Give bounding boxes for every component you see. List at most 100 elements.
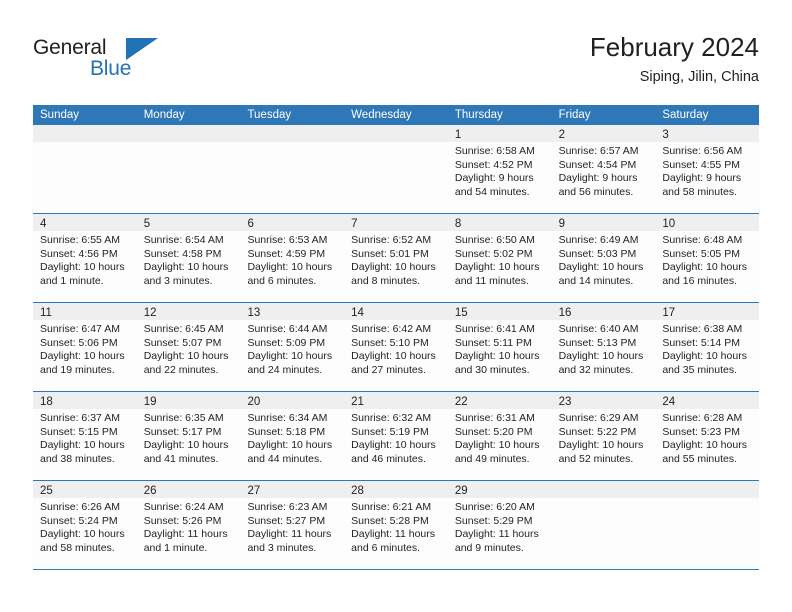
sunset-time: Sunset: 5:18 PM: [247, 425, 326, 438]
day-number: 24: [662, 396, 676, 408]
calendar-day-cell[interactable]: 20 Sunrise: 6:34 AM Sunset: 5:18 PM Dayligh…: [240, 392, 345, 480]
day-number: 27: [247, 485, 261, 497]
calendar-day-cell[interactable]: 18 Sunrise: 6:37 AM Sunset: 5:15 PM Dayligh…: [33, 392, 137, 480]
day-number: 6: [247, 218, 254, 230]
calendar-day-cell[interactable]: 24 Sunrise: 6:28 AM Sunset: 5:23 PM Dayligh…: [655, 392, 760, 480]
sunrise-time: Sunrise: 6:45 AM: [143, 323, 224, 335]
calendar-day-cell[interactable]: 17 Sunrise: 6:38 AM Sunset: 5:14 PM Dayligh…: [655, 303, 760, 391]
calendar-day-cell[interactable]: 6 Sunrise: 6:53 AM Sunset: 4:59 PM Daylight…: [240, 214, 345, 302]
sunrise-time: Sunrise: 6:32 AM: [351, 412, 432, 424]
calendar-day-cell[interactable]: 5 Sunrise: 6:54 AM Sunset: 4:58 PM Daylight…: [136, 214, 241, 302]
day-number: 20: [247, 396, 261, 408]
day-number-band: 12: [136, 303, 241, 320]
calendar-day-cell[interactable]: 16 Sunrise: 6:40 AM Sunset: 5:13 PM Dayligh…: [551, 303, 656, 391]
day-number: 5: [143, 218, 151, 230]
day-number: 4: [40, 218, 47, 230]
daylight-duration-line1: Daylight: 11 hours: [454, 528, 539, 541]
sunrise-time: Sunrise: 6:38 AM: [662, 323, 743, 335]
daylight-duration-line2: and 44 minutes.: [247, 452, 323, 465]
calendar-day-cell[interactable]: 27 Sunrise: 6:23 AM Sunset: 5:27 PM Dayligh…: [240, 481, 345, 569]
day-details: Sunrise: 6:47 AM Sunset: 5:06 PM Daylight:…: [33, 320, 137, 377]
sunrise-time: Sunrise: 6:24 AM: [143, 501, 224, 513]
sunrise-time: Sunrise: 6:29 AM: [558, 412, 639, 424]
calendar-day-cell[interactable]: 2 Sunrise: 6:57 AM Sunset: 4:54 PM Daylight…: [551, 125, 656, 213]
calendar-day-cell[interactable]: 28 Sunrise: 6:21 AM Sunset: 5:28 PM Dayligh…: [344, 481, 448, 569]
day-number-band: 22: [447, 392, 552, 409]
daylight-duration-line1: Daylight: 10 hours: [143, 350, 229, 363]
calendar-day-cell[interactable]: 22 Sunrise: 6:31 AM Sunset: 5:20 PM Dayligh…: [447, 392, 552, 480]
calendar-day-cell[interactable]: 13 Sunrise: 6:44 AM Sunset: 5:09 PM Dayligh…: [240, 303, 345, 391]
calendar-day-cell[interactable]: 21 Sunrise: 6:32 AM Sunset: 5:19 PM Dayligh…: [344, 392, 448, 480]
calendar-day-cell[interactable]: 25 Sunrise: 6:26 AM Sunset: 5:24 PM Dayligh…: [33, 481, 137, 569]
sunset-time: Sunset: 4:52 PM: [454, 158, 533, 171]
day-details: Sunrise: 6:53 AM Sunset: 4:59 PM Daylight:…: [240, 231, 344, 288]
weekday-header-sunday: Sunday: [40, 109, 80, 121]
sunset-time: Sunset: 4:55 PM: [662, 158, 740, 171]
daylight-duration-line1: Daylight: 10 hours: [454, 261, 540, 274]
calendar-day-cell[interactable]: 4 Sunrise: 6:55 AM Sunset: 4:56 PM Daylight…: [33, 214, 137, 302]
day-details: Sunrise: 6:42 AM Sunset: 5:10 PM Daylight:…: [344, 320, 448, 377]
daylight-duration-line1: Daylight: 10 hours: [454, 350, 540, 363]
day-details: Sunrise: 6:56 AM Sunset: 4:55 PM Daylight:…: [655, 142, 759, 199]
day-details: Sunrise: 6:48 AM Sunset: 5:05 PM Daylight:…: [655, 231, 759, 288]
daylight-duration-line1: Daylight: 10 hours: [247, 350, 333, 363]
day-number-band: 5: [136, 214, 241, 231]
day-details: Sunrise: 6:40 AM Sunset: 5:13 PM Daylight:…: [552, 320, 656, 377]
day-number-band: [344, 125, 448, 142]
calendar-day-cell[interactable]: 12 Sunrise: 6:45 AM Sunset: 5:07 PM Dayligh…: [136, 303, 241, 391]
day-details: Sunrise: 6:34 AM Sunset: 5:18 PM Daylight:…: [240, 409, 344, 466]
daylight-duration-line2: and 6 minutes.: [247, 274, 317, 287]
sunset-time: Sunset: 5:23 PM: [662, 425, 740, 438]
day-number-band: 24: [655, 392, 760, 409]
sunrise-time: Sunrise: 6:42 AM: [351, 323, 432, 335]
day-number: 17: [662, 307, 676, 319]
day-details: Sunrise: 6:52 AM Sunset: 5:01 PM Daylight:…: [344, 231, 448, 288]
calendar-day-cell[interactable]: 23 Sunrise: 6:29 AM Sunset: 5:22 PM Dayligh…: [551, 392, 656, 480]
day-number: 8: [454, 218, 462, 230]
daylight-duration-line2: and 1 minute.: [143, 541, 208, 554]
day-number-band: 16: [551, 303, 656, 320]
calendar-day-cell[interactable]: 19 Sunrise: 6:35 AM Sunset: 5:17 PM Dayligh…: [136, 392, 241, 480]
daylight-duration-line1: Daylight: 10 hours: [662, 350, 747, 363]
daylight-duration-line2: and 8 minutes.: [351, 274, 421, 287]
calendar-day-cell[interactable]: 7 Sunrise: 6:52 AM Sunset: 5:01 PM Daylight…: [344, 214, 448, 302]
calendar-day-cell[interactable]: 14 Sunrise: 6:42 AM Sunset: 5:10 PM Dayligh…: [344, 303, 448, 391]
calendar-day-cell[interactable]: 3 Sunrise: 6:56 AM Sunset: 4:55 PM Daylight…: [655, 125, 760, 213]
day-number: 19: [143, 396, 157, 408]
daylight-duration-line1: Daylight: 10 hours: [40, 528, 125, 541]
day-number-band: 3: [655, 125, 760, 142]
day-number-band: 7: [344, 214, 448, 231]
sunset-time: Sunset: 4:59 PM: [247, 247, 326, 260]
day-number: 2: [558, 129, 565, 141]
day-details: [240, 142, 344, 145]
day-details: Sunrise: 6:23 AM Sunset: 5:27 PM Daylight:…: [240, 498, 344, 555]
sunset-time: Sunset: 5:11 PM: [454, 336, 532, 349]
daylight-duration-line1: Daylight: 10 hours: [558, 261, 644, 274]
daylight-duration-line1: Daylight: 10 hours: [247, 439, 333, 452]
daylight-duration-line1: Daylight: 10 hours: [40, 439, 125, 452]
calendar-day-cell[interactable]: 10 Sunrise: 6:48 AM Sunset: 5:05 PM Dayligh…: [655, 214, 760, 302]
day-number: 11: [40, 307, 52, 319]
day-details: [655, 498, 759, 501]
calendar-day-cell[interactable]: 15 Sunrise: 6:41 AM Sunset: 5:11 PM Dayligh…: [447, 303, 552, 391]
day-number-band: 29: [447, 481, 552, 498]
calendar-day-cell[interactable]: 26 Sunrise: 6:24 AM Sunset: 5:26 PM Dayligh…: [136, 481, 241, 569]
day-number: 23: [558, 396, 572, 408]
weekday-header-saturday: Saturday: [662, 109, 709, 121]
day-details: Sunrise: 6:35 AM Sunset: 5:17 PM Daylight:…: [137, 409, 241, 466]
calendar-day-cell[interactable]: 8 Sunrise: 6:50 AM Sunset: 5:02 PM Daylight…: [447, 214, 552, 302]
general-blue-logo: General Blue: [33, 36, 163, 86]
daylight-duration-line2: and 55 minutes.: [662, 452, 738, 465]
calendar-day-cell[interactable]: 29 Sunrise: 6:20 AM Sunset: 5:29 PM Dayligh…: [447, 481, 552, 569]
day-details: Sunrise: 6:41 AM Sunset: 5:11 PM Daylight:…: [448, 320, 552, 377]
calendar-day-cell[interactable]: 9 Sunrise: 6:49 AM Sunset: 5:03 PM Daylight…: [551, 214, 656, 302]
day-number-band: 21: [344, 392, 448, 409]
calendar-day-cell[interactable]: 1 Sunrise: 6:58 AM Sunset: 4:52 PM Daylight…: [447, 125, 552, 213]
daylight-duration-line2: and 11 minutes.: [454, 274, 529, 287]
daylight-duration-line1: Daylight: 9 hours: [558, 172, 638, 185]
weekday-header-monday: Monday: [143, 109, 185, 121]
daylight-duration-line2: and 14 minutes.: [558, 274, 634, 287]
sunrise-time: Sunrise: 6:49 AM: [558, 234, 639, 246]
day-details: Sunrise: 6:20 AM Sunset: 5:29 PM Daylight:…: [448, 498, 552, 555]
calendar-day-cell[interactable]: 11 Sunrise: 6:47 AM Sunset: 5:06 PM Dayligh…: [33, 303, 137, 391]
